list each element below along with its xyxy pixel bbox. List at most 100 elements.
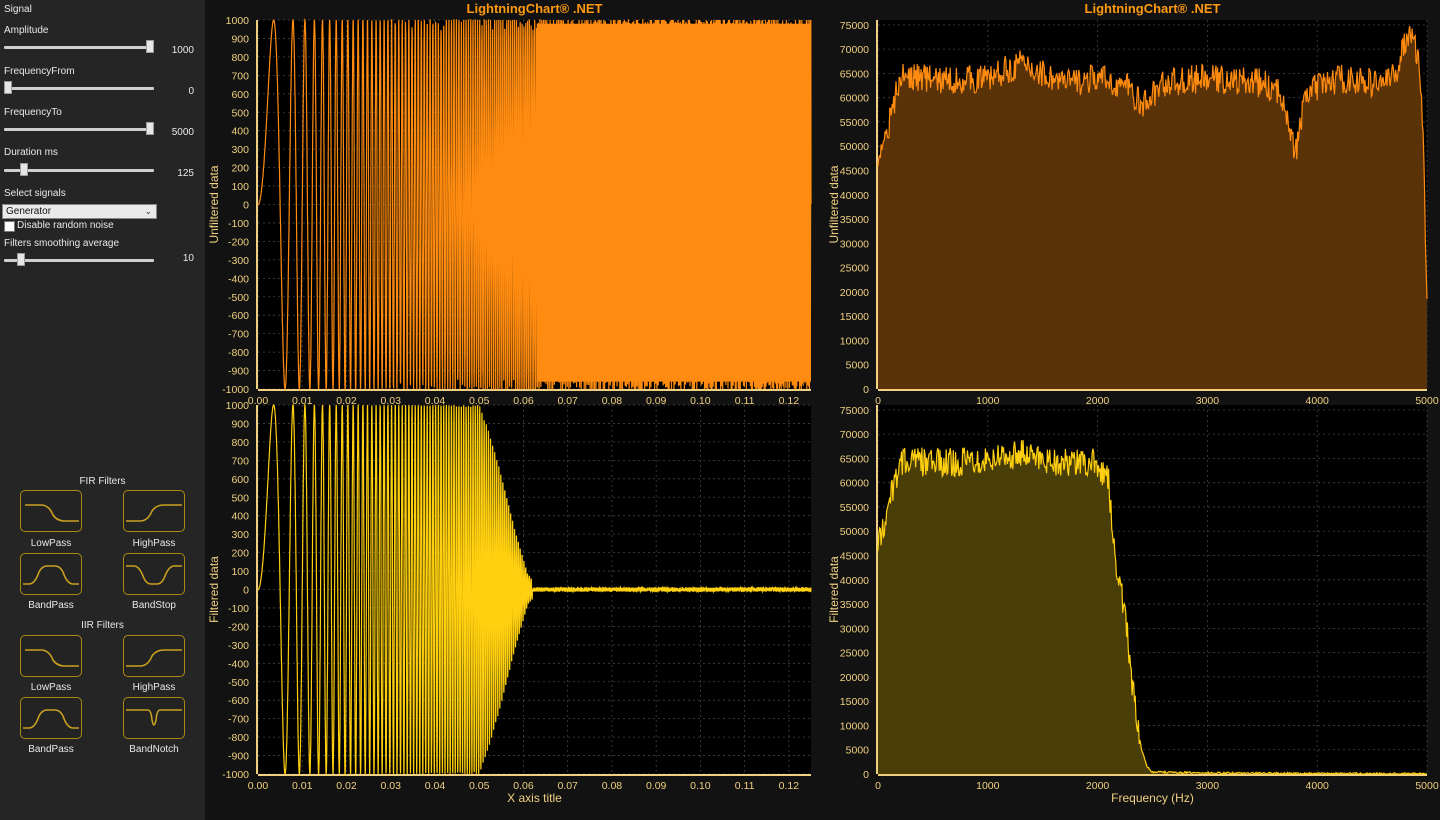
duration-slider-thumb[interactable] [19, 163, 28, 176]
x-tick-label: 0.08 [602, 780, 623, 792]
y-tick-label: -500 [228, 292, 249, 304]
y-tick-label: 400 [231, 511, 249, 523]
y-tick-label: -500 [228, 677, 249, 689]
signal-select[interactable]: Generator ⌄ [2, 204, 157, 219]
chart-unfiltered-time[interactable]: 0.00 0.01 0.02 0.03 0.04 0.05 0.06 0.07 0.08 0.09… [207, 1, 812, 420]
y-tick-label: 800 [231, 437, 249, 449]
smoothing-value: 10 [182, 253, 194, 264]
amplitude-value: 1000 [171, 45, 194, 56]
y-tick-label: 35000 [840, 214, 869, 226]
smoothing-slider[interactable] [4, 253, 154, 266]
y-tick-label: 200 [231, 163, 249, 175]
y-tick-label: 25000 [840, 263, 869, 275]
y-tick-label: -800 [228, 732, 249, 744]
y-tick-label: -700 [228, 329, 249, 341]
chevron-down-icon: ⌄ [144, 206, 152, 216]
frequency-from-slider-thumb[interactable] [4, 81, 12, 94]
y-tick-label: 300 [231, 529, 249, 541]
y-tick-label: 55000 [840, 502, 869, 514]
y-tick-label: -400 [228, 273, 249, 285]
signal-section-title: Signal [4, 4, 32, 15]
x-axis-title: X axis title [507, 791, 562, 805]
chart-filtered-time[interactable]: 0.00 0.01 0.02 0.03 0.04 0.05 0.06 0.07 0.08 0.09… [207, 400, 812, 805]
y-tick-label: 30000 [840, 623, 869, 635]
frequency-from-slider[interactable] [4, 81, 154, 94]
chart-title: LightningChart® .NET [467, 1, 603, 16]
fir-lowpass-button[interactable] [20, 490, 82, 532]
duration-slider[interactable] [4, 163, 154, 176]
y-tick-label: 700 [231, 455, 249, 467]
y-tick-label: 35000 [840, 599, 869, 611]
y-tick-label: 0 [243, 585, 249, 597]
y-tick-label: 60000 [840, 93, 869, 105]
bandpass-icon [23, 709, 79, 729]
y-axis-title: Unfiltered data [827, 165, 841, 243]
amplitude-slider-thumb[interactable] [146, 40, 154, 53]
control-sidebar: Signal Amplitude 1000 FrequencyFrom 0 Fr… [0, 0, 205, 820]
x-tick-label: 0.09 [646, 780, 667, 792]
y-tick-label: -300 [228, 640, 249, 652]
y-tick-label: 1000 [226, 400, 250, 412]
y-tick-label: 600 [231, 474, 249, 486]
x-tick-label: 5000 [1415, 780, 1439, 792]
y-tick-label: -800 [228, 347, 249, 359]
iir-lowpass-button[interactable] [20, 635, 82, 677]
x-tick-label: 0.01 [292, 780, 313, 792]
duration-value: 125 [177, 168, 194, 179]
y-tick-label: 10000 [840, 335, 869, 347]
y-tick-label: 100 [231, 181, 249, 193]
iir-highpass-button[interactable] [123, 635, 185, 677]
y-tick-label: -300 [228, 255, 249, 267]
y-tick-label: -200 [228, 236, 249, 248]
y-tick-label: -400 [228, 658, 249, 670]
fir-highpass-label: HighPass [132, 538, 176, 549]
smoothing-slider-thumb[interactable] [16, 253, 25, 266]
y-tick-label: -100 [228, 218, 249, 230]
x-tick-label: 0.12 [779, 780, 800, 792]
fir-bandstop-button[interactable] [123, 553, 185, 595]
y-tick-label: 1000 [226, 15, 250, 27]
iir-filters-title: IIR Filters [81, 620, 124, 631]
y-tick-label: -1000 [222, 769, 249, 781]
y-tick-label: -100 [228, 603, 249, 615]
y-tick-label: -900 [228, 751, 249, 763]
iir-lowpass-label: LowPass [30, 682, 72, 693]
x-tick-label: 0.11 [735, 780, 755, 792]
frequency-to-slider[interactable] [4, 122, 154, 135]
iir-bandpass-label: BandPass [28, 744, 74, 755]
disable-noise-checkbox[interactable] [4, 221, 15, 232]
lowpass-icon [25, 649, 79, 667]
fir-lowpass-label: LowPass [30, 538, 72, 549]
y-tick-label: 400 [231, 126, 249, 138]
y-tick-label: 200 [231, 548, 249, 560]
iir-bandnotch-button[interactable] [123, 697, 185, 739]
y-axis-title: Filtered data [207, 556, 221, 623]
y-tick-label: 45000 [840, 166, 869, 178]
highpass-icon [126, 504, 182, 522]
fir-highpass-button[interactable] [123, 490, 185, 532]
frequency-to-slider-thumb[interactable] [146, 122, 154, 135]
iir-bandpass-button[interactable] [20, 697, 82, 739]
x-tick-label: 0.10 [690, 780, 711, 792]
fir-bandpass-button[interactable] [20, 553, 82, 595]
y-tick-label: 65000 [840, 453, 869, 465]
y-tick-label: 800 [231, 52, 249, 64]
y-tick-label: 700 [231, 70, 249, 82]
y-tick-label: 900 [231, 33, 249, 45]
chart-unfiltered-spectrum[interactable]: 0 1000 2000 3000 4000 50007500070000650006000… [827, 1, 1439, 420]
y-tick-label: 0 [863, 384, 869, 396]
y-tick-label: -1000 [222, 384, 249, 396]
x-tick-label: 0.03 [381, 780, 402, 792]
chart-filtered-spectrum[interactable]: 0 1000 2000 3000 4000 5000 75000 70000 65000 6000… [827, 405, 1439, 805]
x-tick-label: 3000 [1196, 780, 1220, 792]
x-axis-title: Frequency (Hz) [1111, 791, 1194, 805]
y-tick-label: 70000 [840, 44, 869, 56]
y-tick-label: 20000 [840, 672, 869, 684]
y-tick-label: -200 [228, 621, 249, 633]
amplitude-slider[interactable] [4, 40, 154, 53]
y-tick-label: 10000 [840, 720, 869, 732]
x-tick-label: 0 [875, 780, 881, 792]
fir-filters-title: FIR Filters [79, 476, 126, 487]
y-tick-label: 55000 [840, 117, 869, 129]
select-signals-label: Select signals [4, 188, 66, 199]
